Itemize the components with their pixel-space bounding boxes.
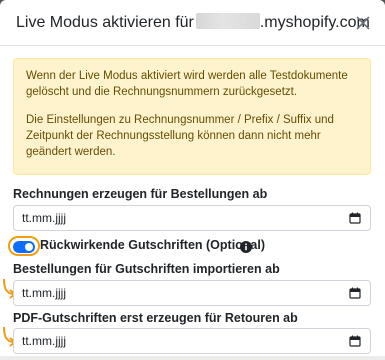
warning-alert: Wenn der Live Modus aktiviert wird werde… xyxy=(13,58,371,175)
live-mode-modal: Live Modus aktivieren für .myshopify.com … xyxy=(0,0,385,360)
modal-title-prefix: Live Modus aktivieren für xyxy=(16,14,194,31)
pdf-date-input[interactable]: tt.mm.jjjj xyxy=(13,328,371,354)
alert-paragraph-2: Die Einstellungen zu Rechnungsnummer / P… xyxy=(26,114,334,158)
import-date-label: Bestellungen für Gutschriften importiere… xyxy=(13,262,280,276)
modal-title: Live Modus aktivieren für .myshopify.com xyxy=(16,12,370,34)
invoices-date-input[interactable]: tt.mm.jjjj xyxy=(13,205,371,231)
info-icon[interactable] xyxy=(240,241,252,253)
modal-header: Live Modus aktivieren für .myshopify.com xyxy=(0,0,385,46)
credit-toggle-row: Rückwirkende Gutschriften (Optional) xyxy=(8,236,368,260)
pdf-date-label: PDF-Gutschriften erst erzeugen für Retou… xyxy=(13,311,298,325)
calendar-icon[interactable] xyxy=(349,287,361,299)
modal-bottom-edge xyxy=(0,356,385,360)
toggle-highlight-ring xyxy=(8,236,40,256)
close-button[interactable] xyxy=(351,11,375,35)
pdf-date-value: tt.mm.jjjj xyxy=(22,334,66,348)
redacted-shop-name xyxy=(195,13,260,29)
toggle-knob xyxy=(25,243,33,251)
retroactive-credits-label: Rückwirkende Gutschriften (Optional) xyxy=(40,238,266,252)
invoices-date-value: tt.mm.jjjj xyxy=(22,211,66,225)
calendar-icon[interactable] xyxy=(349,212,361,224)
retroactive-credits-toggle[interactable] xyxy=(13,241,35,253)
invoices-date-label: Rechnungen erzeugen für Bestellungen ab xyxy=(13,187,268,201)
import-date-input[interactable]: tt.mm.jjjj xyxy=(13,280,371,306)
alert-paragraph-1: Wenn der Live Modus aktiviert wird werde… xyxy=(26,70,348,98)
close-icon xyxy=(356,16,370,30)
import-date-value: tt.mm.jjjj xyxy=(22,286,66,300)
calendar-icon[interactable] xyxy=(349,335,361,347)
